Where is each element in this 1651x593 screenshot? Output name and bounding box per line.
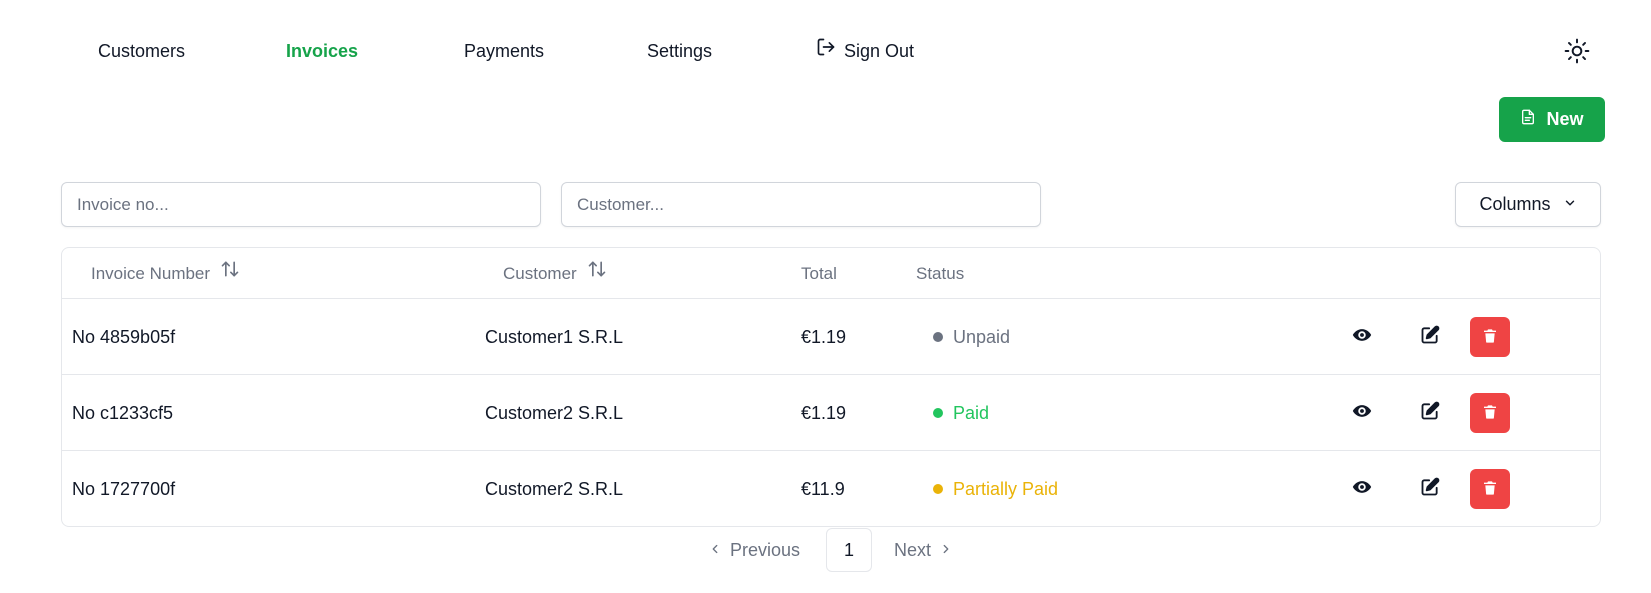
- header-total: Total: [801, 264, 837, 283]
- sort-icon: [220, 248, 240, 299]
- trash-icon: [1482, 404, 1498, 423]
- view-button[interactable]: [1350, 325, 1374, 349]
- previous-label: Previous: [730, 540, 801, 560]
- edit-button[interactable]: [1418, 325, 1442, 349]
- trash-icon: [1482, 328, 1498, 347]
- new-button-label: New: [1546, 109, 1584, 129]
- cell-customer: Customer2 S.R.L: [485, 403, 624, 423]
- next-label: Next: [894, 540, 932, 560]
- table-row: No 4859b05f Customer1 S.R.L €1.19 Unpaid: [62, 299, 1600, 375]
- header-status: Status: [916, 264, 965, 283]
- status-dot: [933, 408, 943, 418]
- trash-icon: [1482, 480, 1498, 499]
- status-badge: Unpaid: [933, 299, 1010, 375]
- status-label: Partially Paid: [953, 479, 1059, 499]
- view-button[interactable]: [1350, 401, 1374, 425]
- cell-invoice-number: No 1727700f: [72, 479, 176, 499]
- next-page-button[interactable]: Next: [894, 528, 953, 572]
- pagination: Previous 1 Next: [0, 528, 1651, 572]
- edit-button[interactable]: [1418, 401, 1442, 425]
- cell-invoice-number: No 4859b05f: [72, 327, 176, 347]
- sort-icon: [587, 248, 607, 299]
- sign-out-label: Sign Out: [844, 41, 915, 61]
- edit-icon: [1420, 477, 1440, 502]
- columns-button-label: Columns: [1479, 194, 1551, 214]
- customer-filter-input[interactable]: [561, 182, 1041, 227]
- chevron-right-icon: [939, 528, 953, 572]
- top-nav: Customers Invoices Payments Settings Sig…: [0, 36, 1000, 66]
- previous-page-button[interactable]: Previous: [708, 528, 800, 572]
- new-invoice-button[interactable]: New: [1499, 97, 1605, 142]
- cell-total: €1.19: [801, 403, 847, 423]
- cell-invoice-number: No c1233cf5: [72, 403, 174, 423]
- sign-out-icon: [816, 36, 836, 66]
- cell-customer: Customer1 S.R.L: [485, 327, 624, 347]
- edit-icon: [1420, 325, 1440, 350]
- nav-item-payments[interactable]: Payments: [464, 36, 544, 66]
- eye-icon: [1352, 401, 1372, 426]
- nav-item-customers[interactable]: Customers: [98, 36, 185, 66]
- header-customer-label: Customer: [503, 264, 577, 283]
- table-row: No 1727700f Customer2 S.R.L €11.9 Partia…: [62, 451, 1600, 526]
- cell-customer: Customer2 S.R.L: [485, 479, 624, 499]
- view-button[interactable]: [1350, 477, 1374, 501]
- invoices-table: Invoice Number Customer Total Status No …: [61, 247, 1601, 527]
- status-badge: Partially Paid: [933, 451, 1059, 526]
- status-badge: Paid: [933, 375, 989, 451]
- edit-icon: [1420, 401, 1440, 426]
- status-dot: [933, 484, 943, 494]
- eye-icon: [1352, 477, 1372, 502]
- sun-icon: [1564, 38, 1590, 68]
- status-label: Unpaid: [953, 327, 1011, 347]
- status-dot: [933, 332, 943, 342]
- page-number-current[interactable]: 1: [826, 528, 872, 572]
- header-customer[interactable]: Customer: [503, 248, 607, 299]
- cell-total: €11.9: [801, 479, 845, 499]
- status-label: Paid: [953, 403, 990, 423]
- theme-toggle-button[interactable]: [1564, 38, 1590, 64]
- chevron-left-icon: [708, 528, 722, 572]
- chevron-down-icon: [1563, 194, 1577, 215]
- header-invoice-number[interactable]: Invoice Number: [91, 248, 240, 299]
- cell-total: €1.19: [801, 327, 847, 347]
- columns-dropdown-button[interactable]: Columns: [1455, 182, 1601, 227]
- invoice-number-filter-input[interactable]: [61, 182, 541, 227]
- header-invoice-number-label: Invoice Number: [91, 264, 211, 283]
- eye-icon: [1352, 325, 1372, 350]
- delete-button[interactable]: [1470, 469, 1510, 509]
- nav-item-sign-out[interactable]: Sign Out: [816, 36, 914, 66]
- document-icon: [1520, 109, 1536, 130]
- delete-button[interactable]: [1470, 393, 1510, 433]
- delete-button[interactable]: [1470, 317, 1510, 357]
- nav-item-invoices[interactable]: Invoices: [286, 36, 358, 66]
- edit-button[interactable]: [1418, 477, 1442, 501]
- table-row: No c1233cf5 Customer2 S.R.L €1.19 Paid: [62, 375, 1600, 451]
- nav-item-settings[interactable]: Settings: [647, 36, 712, 66]
- table-header: Invoice Number Customer Total Status: [62, 248, 1600, 299]
